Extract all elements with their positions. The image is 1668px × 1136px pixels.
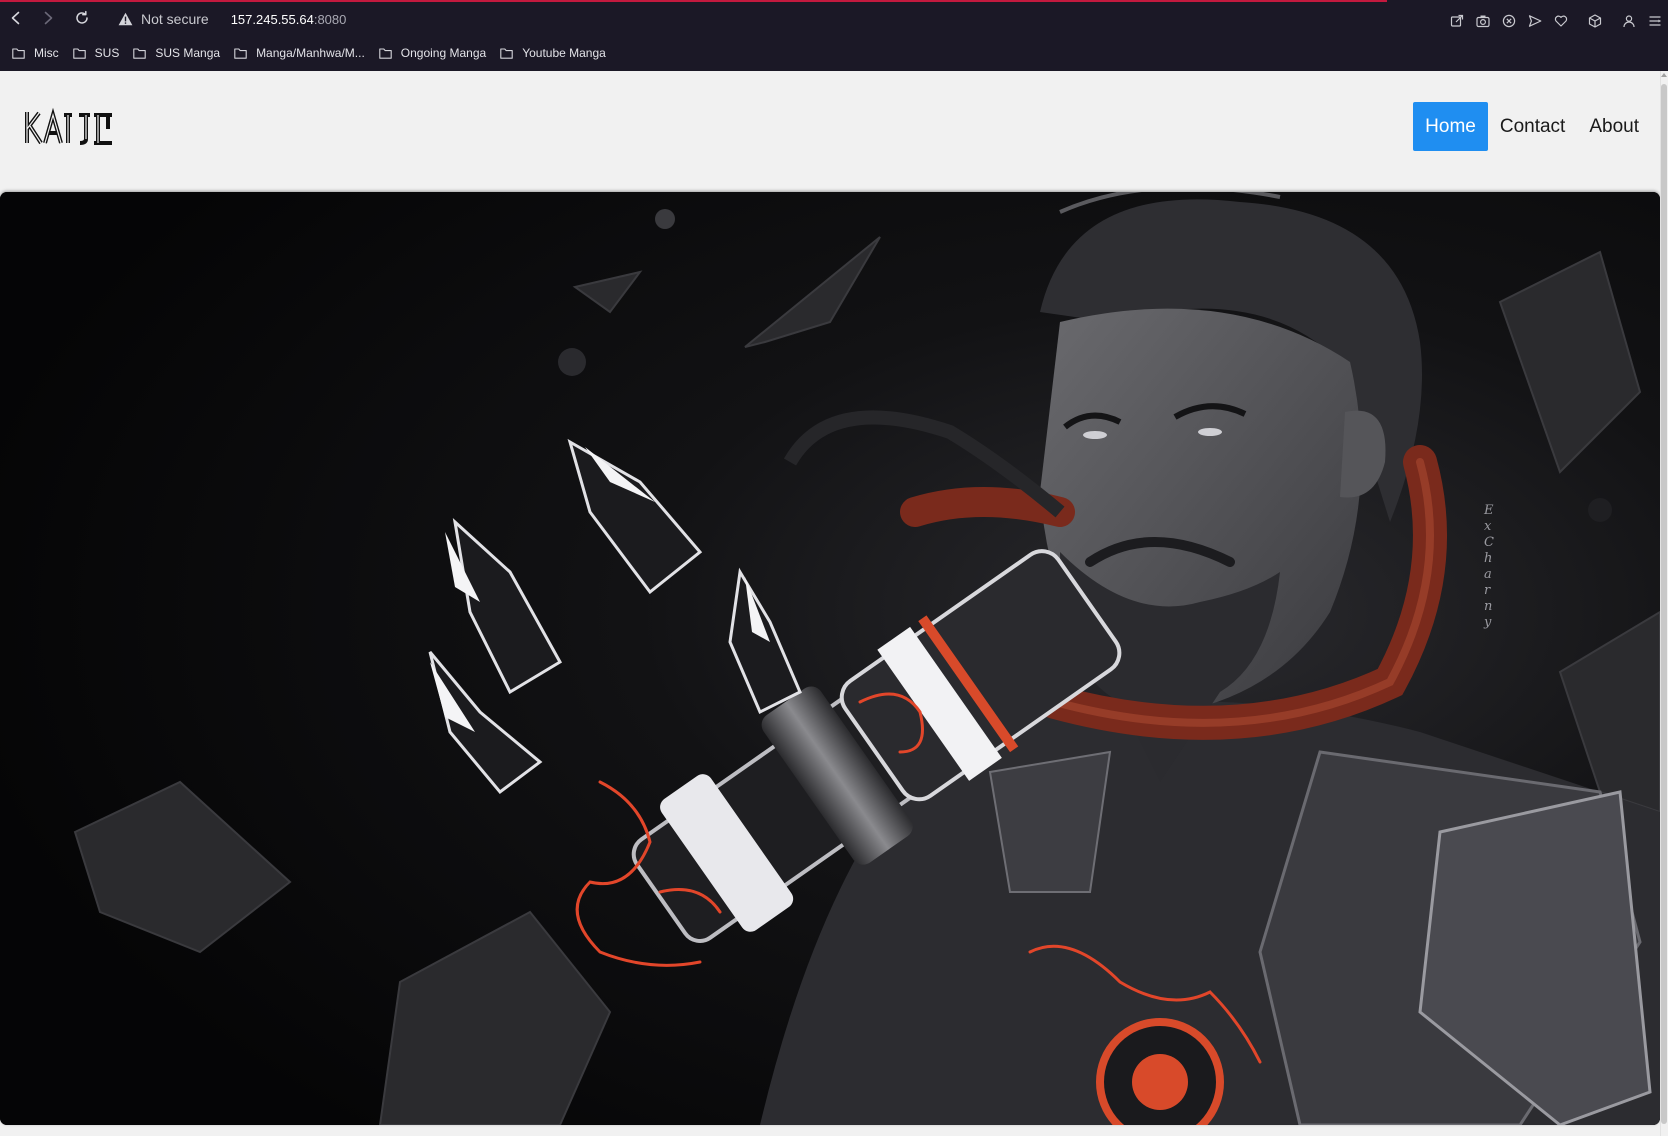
site-header: Home Contact About — [0, 71, 1660, 191]
bookmark-label: SUS — [94, 46, 120, 60]
box-icon — [1588, 14, 1602, 28]
screenshot-button[interactable] — [1470, 12, 1496, 30]
scroll-up-arrow-icon[interactable] — [1661, 73, 1667, 77]
bookmark-folder[interactable]: SUS Manga — [133, 46, 220, 60]
profile-icon — [1623, 15, 1635, 28]
reload-button[interactable] — [70, 6, 94, 30]
send-button[interactable] — [1522, 12, 1548, 30]
send-icon — [1528, 15, 1542, 27]
bookmark-folder[interactable]: Ongoing Manga — [379, 46, 486, 60]
block-button[interactable] — [1496, 12, 1522, 30]
warning-icon — [118, 12, 133, 26]
hero-artwork-icon: E x C h a r n y — [0, 192, 1660, 1125]
share-button[interactable] — [1444, 12, 1470, 30]
forward-icon — [44, 11, 53, 25]
nav-contact-link[interactable]: Contact — [1488, 102, 1577, 151]
bookmark-folder[interactable]: Manga/Manhwa/M... — [234, 46, 365, 60]
bookmark-folder[interactable]: Misc — [12, 46, 59, 60]
extensions-button[interactable] — [1582, 12, 1608, 30]
profile-button[interactable] — [1616, 12, 1642, 30]
folder-icon — [379, 47, 392, 59]
svg-text:C: C — [1484, 535, 1494, 550]
bookmark-label: Misc — [34, 46, 59, 60]
forward-button[interactable] — [36, 6, 60, 30]
svg-text:h: h — [1484, 551, 1492, 566]
bookmark-label: Ongoing Manga — [400, 46, 487, 60]
url-port: :8080 — [313, 11, 347, 27]
url-text[interactable]: 157.245.55.64:8080 — [231, 12, 347, 27]
hero-banner: E x C h a r n y — [0, 192, 1660, 1125]
nav-about-link[interactable]: About — [1577, 102, 1651, 151]
bookmark-label: SUS Manga — [155, 46, 221, 60]
svg-text:x: x — [1484, 519, 1492, 534]
folder-icon — [500, 47, 513, 59]
bookmark-label: Youtube Manga — [522, 46, 606, 60]
folder-icon — [133, 47, 147, 59]
site-logo[interactable] — [24, 107, 116, 149]
browser-toolbar: Not secure 157.245.55.64:8080 — [0, 2, 1668, 38]
menu-icon — [1649, 16, 1661, 26]
url-host: 157.245.55.64 — [230, 11, 314, 27]
reload-icon — [76, 10, 88, 24]
bookmark-label: Manga/Manhwa/M... — [256, 46, 365, 60]
toolbar-actions — [1444, 12, 1668, 30]
close-circle-icon — [1502, 14, 1516, 28]
back-icon — [11, 11, 20, 25]
favorite-button[interactable] — [1548, 12, 1574, 30]
folder-icon — [12, 47, 25, 59]
bookmark-folder[interactable]: Youtube Manga — [500, 46, 606, 60]
nav-home-link[interactable]: Home — [1413, 101, 1488, 151]
camera-icon — [1476, 15, 1490, 28]
security-label[interactable]: Not secure — [141, 11, 209, 27]
bookmarks-bar: Misc SUS SUS Manga Manga/Manhwa/M... Ong… — [0, 41, 1668, 65]
svg-text:n: n — [1484, 599, 1492, 614]
heart-icon — [1554, 15, 1568, 27]
scroll-thumb[interactable] — [1661, 84, 1667, 1124]
main-nav: Home Contact About — [1413, 101, 1651, 151]
menu-button[interactable] — [1642, 12, 1668, 30]
folder-icon — [72, 47, 86, 59]
folder-icon — [234, 47, 247, 59]
address-bar[interactable]: Not secure 157.245.55.64:8080 — [118, 6, 346, 32]
svg-text:a: a — [1484, 567, 1492, 582]
share-icon — [1450, 14, 1464, 27]
browser-chrome: Not secure 157.245.55.64:8080 Misc SUS S… — [0, 0, 1668, 71]
back-button[interactable] — [4, 6, 28, 30]
page-viewport: Home Contact About E x C h a r n y — [0, 71, 1660, 1136]
bookmark-folder[interactable]: SUS — [72, 46, 120, 60]
svg-text:r: r — [1484, 583, 1491, 598]
svg-text:E: E — [1483, 503, 1494, 518]
kaiji-logo-icon — [25, 107, 112, 145]
svg-text:y: y — [1483, 615, 1492, 630]
